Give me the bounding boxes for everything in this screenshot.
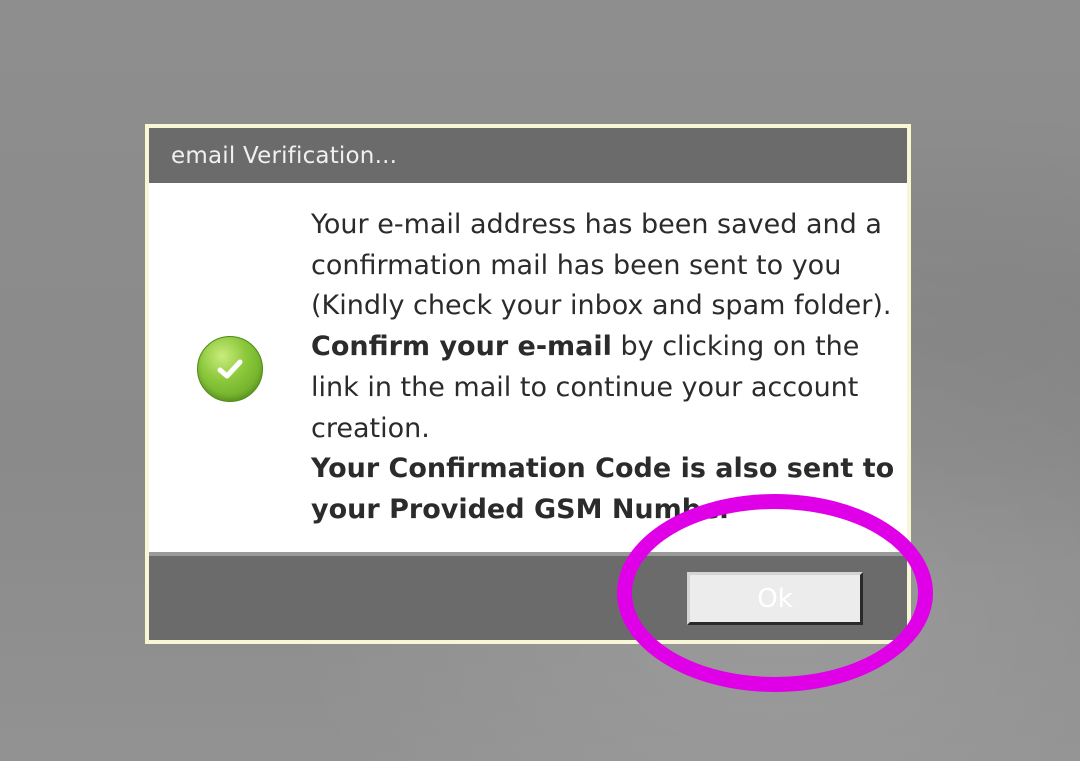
dialog-body: Your e-mail address has been saved and a… <box>149 183 907 552</box>
message-confirm-emphasis: Confirm your e-mail <box>311 331 612 363</box>
dialog-content: email Verification... Your e-mail addres… <box>149 128 907 640</box>
message-saved-text: Your e-mail address has been saved and a… <box>311 209 892 322</box>
success-check-icon <box>197 336 263 402</box>
dialog-title-bar: email Verification... <box>149 128 907 183</box>
ok-button[interactable]: Ok <box>687 572 863 625</box>
dialog-title: email Verification... <box>171 142 398 169</box>
dialog-message: Your e-mail address has been saved and a… <box>311 205 901 531</box>
email-verification-dialog: email Verification... Your e-mail addres… <box>145 124 911 644</box>
dialog-footer: Ok <box>149 552 907 640</box>
message-code-text: Your Confirmation Code is also sent to y… <box>311 453 895 525</box>
checkmark-icon <box>217 359 243 379</box>
